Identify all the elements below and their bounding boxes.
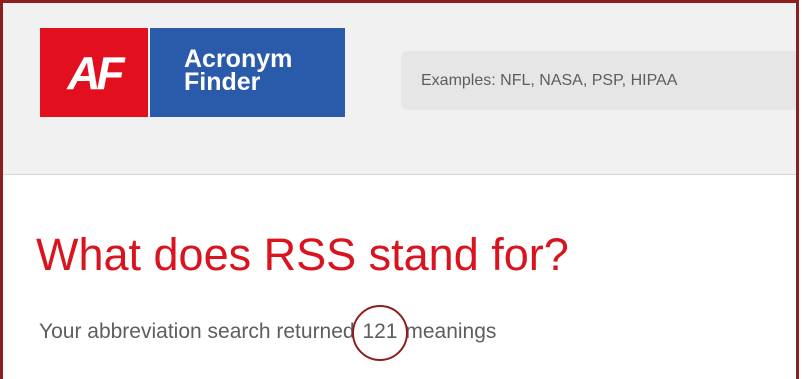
page-frame: AF Acronym Finder What does RSS stand fo… <box>0 0 799 379</box>
site-header: AF Acronym Finder <box>3 3 796 175</box>
summary-prefix: Your abbreviation search returned <box>39 320 355 343</box>
logo-name-line2: Finder <box>184 68 261 96</box>
result-count: 121 <box>352 305 409 361</box>
af-logo-mark[interactable]: AF <box>40 28 148 117</box>
summary-suffix: meanings <box>405 320 497 343</box>
logo-mark-text: AF <box>67 46 124 99</box>
acronym-finder-logo[interactable]: Acronym Finder <box>150 28 345 117</box>
page-title: What does RSS stand for? <box>36 229 569 280</box>
highlight-circle <box>352 305 409 361</box>
search-input[interactable] <box>401 51 796 110</box>
search-box[interactable] <box>401 51 796 110</box>
result-summary: Your abbreviation search returned 121 me… <box>39 305 497 361</box>
